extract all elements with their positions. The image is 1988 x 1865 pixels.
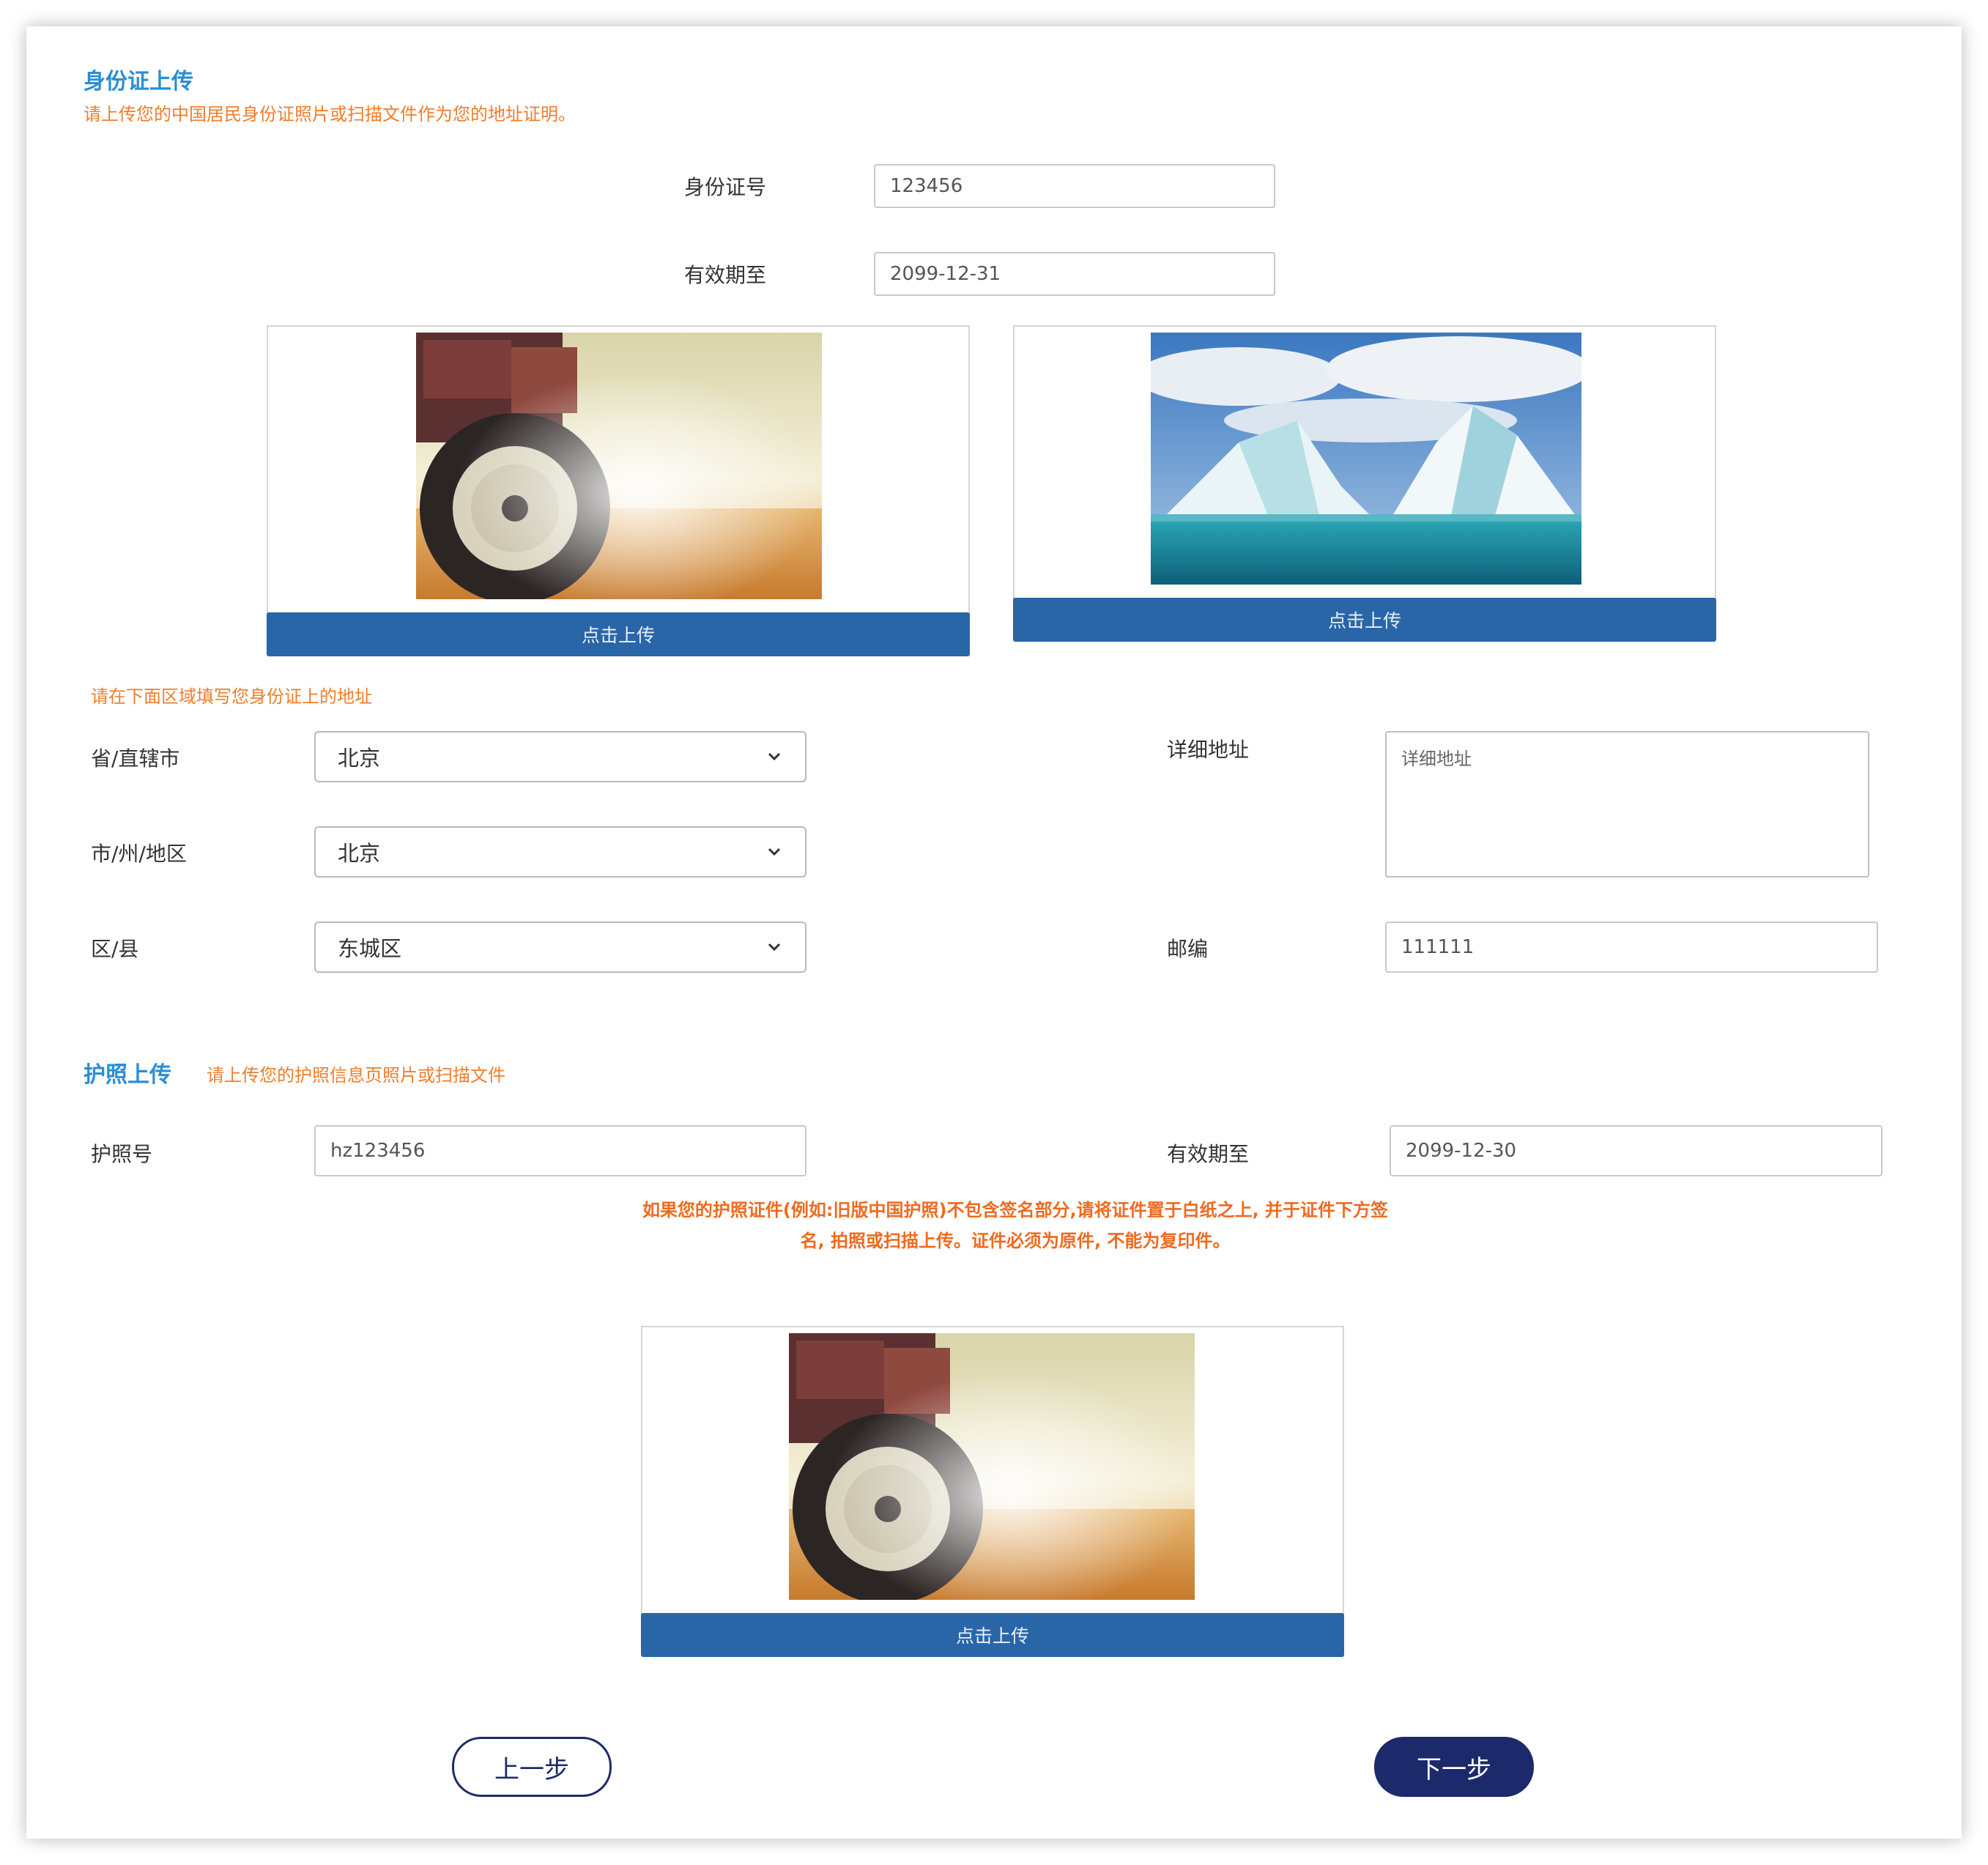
passport-section-subtitle: 请上传您的护照信息页照片或扫描文件 — [207, 1065, 505, 1086]
chevron-down-icon — [768, 752, 781, 761]
passport-number-label: 护照号 — [91, 1142, 153, 1166]
postcode-input[interactable]: 111111 — [1385, 922, 1878, 973]
province-label: 省/直辖市 — [91, 746, 180, 771]
passport-expiry-input[interactable]: 2099-12-30 — [1390, 1125, 1883, 1176]
id-expiry-label: 有效期至 — [684, 263, 767, 287]
district-label: 区/县 — [91, 937, 139, 961]
passport-number-input[interactable]: hz123456 — [314, 1125, 806, 1176]
detail-address-label: 详细地址 — [1167, 738, 1250, 762]
passport-photo — [789, 1333, 1195, 1600]
id-back-upload-box[interactable]: 点击上传 — [1013, 325, 1716, 642]
district-select[interactable]: 东城区 — [314, 922, 806, 973]
address-hint: 请在下面区域填写您身份证上的地址 — [91, 686, 372, 707]
id-expiry-input[interactable]: 2099-12-31 — [874, 252, 1275, 296]
city-value: 北京 — [338, 841, 381, 866]
province-select[interactable]: 北京 — [314, 731, 806, 782]
passport-note-line1: 如果您的护照证件(例如:旧版中国护照)不包含签名部分,请将证件置于白纸之上, 并… — [642, 1200, 1389, 1220]
id-back-photo — [1151, 333, 1581, 585]
id-number-label: 身份证号 — [684, 175, 767, 199]
form-card: 身份证上传 请上传您的中国居民身份证照片或扫描文件作为您的地址证明。 身份证号 … — [26, 26, 1962, 1839]
detail-address-textarea[interactable]: 详细地址 — [1385, 731, 1869, 878]
passport-expiry-label: 有效期至 — [1167, 1142, 1250, 1166]
province-value: 北京 — [338, 746, 381, 771]
id-number-input[interactable]: 123456 — [874, 164, 1275, 208]
id-section-title: 身份证上传 — [84, 69, 193, 94]
district-value: 东城区 — [338, 936, 402, 961]
prev-step-button[interactable]: 上一步 — [452, 1737, 612, 1797]
passport-signature-note: 如果您的护照证件(例如:旧版中国护照)不包含签名部分,请将证件置于白纸之上, 并… — [246, 1195, 1784, 1256]
chevron-down-icon — [768, 943, 781, 952]
id-front-photo — [416, 333, 822, 599]
id-front-upload-button[interactable]: 点击上传 — [267, 612, 970, 656]
next-step-button[interactable]: 下一步 — [1374, 1737, 1534, 1797]
id-back-upload-button[interactable]: 点击上传 — [1013, 598, 1716, 642]
postcode-label: 邮编 — [1167, 937, 1209, 961]
passport-section-title: 护照上传 — [84, 1062, 171, 1088]
city-select[interactable]: 北京 — [314, 826, 806, 878]
id-front-upload-box[interactable]: 点击上传 — [267, 325, 970, 656]
city-label: 市/州/地区 — [91, 842, 187, 866]
passport-note-line2: 名, 拍照或扫描上传。证件必须为原件, 不能为复印件。 — [800, 1231, 1231, 1251]
chevron-down-icon — [768, 848, 781, 856]
id-section-subtitle: 请上传您的中国居民身份证照片或扫描文件作为您的地址证明。 — [84, 104, 576, 125]
passport-upload-box[interactable]: 点击上传 — [641, 1326, 1344, 1657]
passport-upload-button[interactable]: 点击上传 — [641, 1613, 1344, 1657]
